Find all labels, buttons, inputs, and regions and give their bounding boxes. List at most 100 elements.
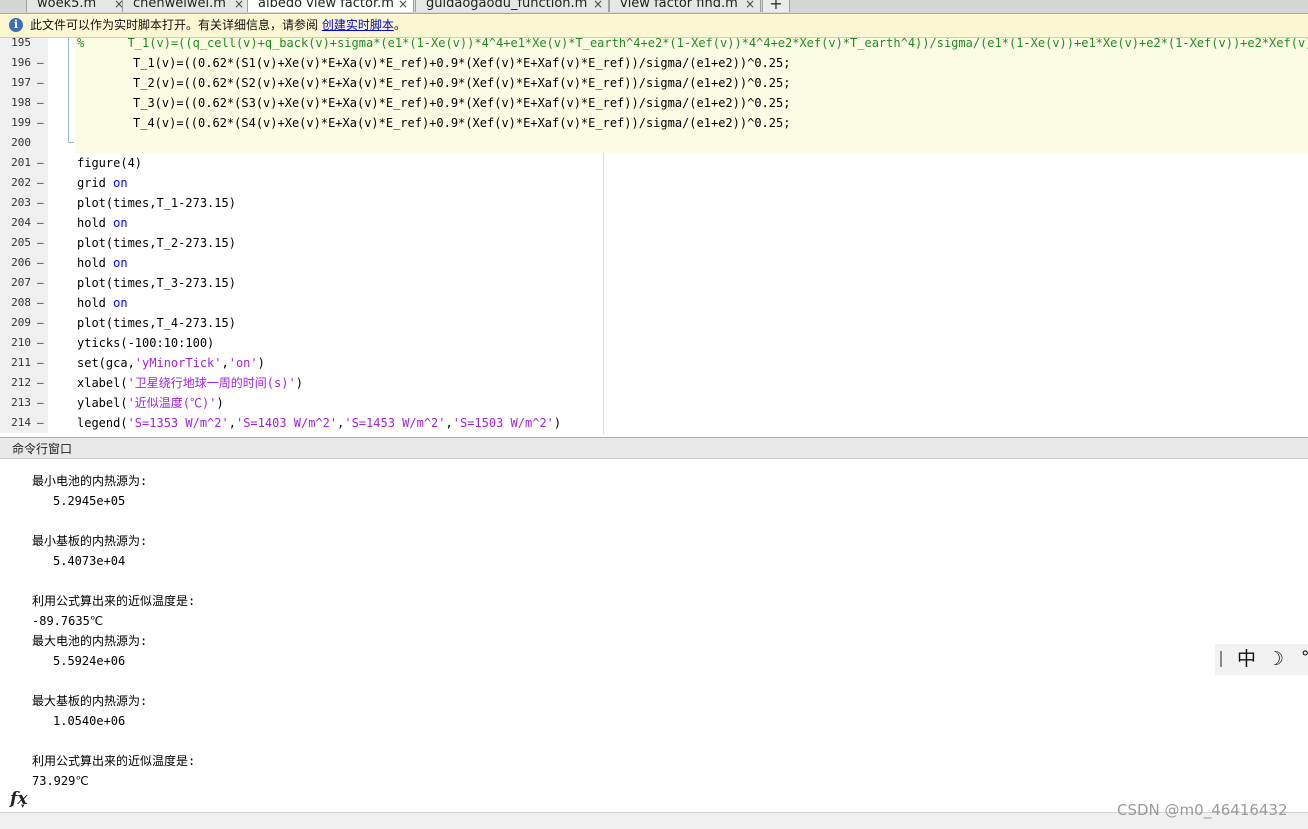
code-text: ylabel('近似温度(℃)') bbox=[77, 393, 224, 413]
gutter bbox=[31, 38, 48, 53]
code-line: 213 – ylabel('近似温度(℃)') bbox=[0, 393, 1308, 413]
breakpoint-marker[interactable]: – bbox=[37, 93, 44, 113]
breakpoint-marker[interactable]: – bbox=[37, 393, 44, 413]
code-line: 195 % T_1(v)=((q_cell(v)+q_back(v)+sigma… bbox=[0, 38, 1308, 53]
tab-chenweiwei[interactable]: chenweiwei.m × bbox=[122, 0, 250, 12]
close-icon[interactable]: × bbox=[234, 0, 244, 13]
code-line: 209 – plot(times,T_4-273.15) bbox=[0, 313, 1308, 333]
output-line: 利用公式算出来的近似温度是: bbox=[32, 754, 196, 768]
ime-mode-toggle[interactable]: 中 bbox=[1237, 647, 1256, 672]
line-number: 195 bbox=[0, 38, 31, 53]
code-text: plot(times,T_4-273.15) bbox=[77, 316, 236, 330]
code-part: , bbox=[228, 416, 236, 430]
code-line: 202 – grid on bbox=[0, 173, 1308, 193]
output-value: 1.0540e+06 bbox=[53, 714, 126, 728]
code-line: 212 – xlabel('卫星绕行地球一周的时间(s)') bbox=[0, 373, 1308, 393]
code-text: legend('S=1353 W/m^2','S=1403 W/m^2','S=… bbox=[77, 413, 561, 433]
breakpoint-marker[interactable]: – bbox=[37, 293, 44, 313]
line-number: 196 bbox=[0, 53, 31, 73]
breakpoint-marker[interactable]: – bbox=[37, 273, 44, 293]
line-number: 203 bbox=[0, 193, 31, 213]
code-part: , bbox=[445, 416, 453, 430]
output-line: 最大电池的内热源为: bbox=[32, 634, 148, 648]
info-icon: i bbox=[9, 18, 23, 32]
line-number: 201 bbox=[0, 153, 31, 173]
tab-label: chenweiwei.m bbox=[133, 0, 226, 11]
code-part: ) bbox=[257, 356, 265, 370]
chevron-down-icon[interactable]: ▾ bbox=[21, 802, 25, 810]
line-number: 197 bbox=[0, 73, 31, 93]
code-editor[interactable]: 195 % T_1(v)=((q_cell(v)+q_back(v)+sigma… bbox=[0, 38, 1308, 434]
line-number: 202 bbox=[0, 173, 31, 193]
create-live-script-link[interactable]: 创建实时脚本 bbox=[322, 18, 394, 32]
moon-icon[interactable]: ☽ bbox=[1267, 647, 1284, 672]
breakpoint-marker[interactable]: – bbox=[37, 193, 44, 213]
line-number: 199 bbox=[0, 113, 31, 133]
drag-handle-icon[interactable] bbox=[1220, 651, 1222, 667]
tab-woek5[interactable]: woek5.m × bbox=[26, 0, 130, 12]
string-literal: 'yMinorTick' bbox=[134, 356, 222, 370]
status-bar bbox=[0, 812, 1308, 829]
code-line: 204 – hold on bbox=[0, 213, 1308, 233]
breakpoint-marker[interactable]: – bbox=[37, 353, 44, 373]
ime-toolbar: 中 ☽ ° bbox=[1215, 644, 1308, 675]
code-text: plot(times,T_1-273.15) bbox=[77, 196, 236, 210]
code-line: 201 – figure(4) bbox=[0, 153, 1308, 173]
close-icon[interactable]: × bbox=[745, 0, 755, 13]
breakpoint-marker[interactable]: – bbox=[37, 213, 44, 233]
string-literal: 'S=1403 W/m^2' bbox=[235, 416, 338, 430]
punctuation-toggle[interactable]: ° bbox=[1301, 646, 1308, 671]
breakpoint-marker[interactable]: – bbox=[37, 333, 44, 353]
code-line: 206 – hold on bbox=[0, 253, 1308, 273]
code-line: 196 – T_1(v)=((0.62*(S1(v)+Xe(v)*E+Xa(v)… bbox=[0, 53, 1308, 73]
code-text: plot(times,T_3-273.15) bbox=[77, 276, 236, 290]
breakpoint-marker[interactable]: – bbox=[37, 373, 44, 393]
output-line: 73.929℃ bbox=[32, 774, 89, 788]
command-window[interactable]: 最小电池的内热源为: 5.2945e+05 最小基板的内热源为: 5.4073e… bbox=[0, 460, 1308, 812]
line-number: 205 bbox=[0, 233, 31, 253]
gutter bbox=[31, 133, 48, 153]
code-part: hold bbox=[77, 296, 114, 310]
output-line: -89.7635℃ bbox=[32, 614, 104, 628]
breakpoint-marker[interactable]: – bbox=[37, 233, 44, 253]
keyword: on bbox=[113, 256, 128, 270]
breakpoint-marker[interactable]: – bbox=[37, 313, 44, 333]
code-line: 203 – plot(times,T_1-273.15) bbox=[0, 193, 1308, 213]
code-text: T_3(v)=((0.62*(S3(v)+Xe(v)*E+Xa(v)*E_ref… bbox=[133, 96, 791, 110]
breakpoint-marker[interactable]: – bbox=[37, 413, 44, 433]
new-tab-button[interactable]: + bbox=[762, 0, 790, 12]
output-line: 利用公式算出来的近似温度是: bbox=[32, 594, 196, 608]
code-part: xlabel( bbox=[77, 376, 128, 390]
code-part: set(gca, bbox=[77, 356, 135, 370]
editor-tab-bar: woek5.m × chenweiwei.m × albedo view fac… bbox=[0, 0, 1308, 14]
output-value: 5.5924e+06 bbox=[53, 654, 126, 668]
code-text: hold on bbox=[77, 213, 128, 233]
close-icon[interactable]: × bbox=[398, 0, 408, 13]
output-line: 最小基板的内热源为: bbox=[32, 534, 148, 548]
keyword: on bbox=[113, 296, 128, 310]
string-literal: '近似温度(℃)' bbox=[127, 396, 217, 410]
output-line: 最大基板的内热源为: bbox=[32, 694, 148, 708]
breakpoint-marker[interactable]: – bbox=[37, 153, 44, 173]
keyword: on bbox=[113, 176, 128, 190]
string-literal: 'on' bbox=[228, 356, 258, 370]
code-line: 198 – T_3(v)=((0.62*(S3(v)+Xe(v)*E+Xa(v)… bbox=[0, 93, 1308, 113]
code-text: xlabel('卫星绕行地球一周的时间(s)') bbox=[77, 373, 303, 393]
breakpoint-marker[interactable]: – bbox=[37, 53, 44, 73]
breakpoint-marker[interactable]: – bbox=[37, 253, 44, 273]
string-literal: 'S=1453 W/m^2' bbox=[344, 416, 446, 430]
code-line: 210 – yticks(-100:10:100) bbox=[0, 333, 1308, 353]
comment-text: % T_1(v)=((q_cell(v)+q_back(v)+sigma*(e1… bbox=[77, 38, 1308, 50]
command-window-title[interactable]: 命令行窗口 bbox=[0, 437, 1308, 459]
tab-guidaogaodu-function[interactable]: guidaogaodu_function.m × bbox=[415, 0, 609, 12]
code-text: T_1(v)=((0.62*(S1(v)+Xe(v)*E+Xa(v)*E_ref… bbox=[133, 56, 791, 70]
tab-view-factor-find[interactable]: view factor find.m × bbox=[609, 0, 761, 12]
breakpoint-marker[interactable]: – bbox=[37, 113, 44, 133]
code-text: hold on bbox=[77, 253, 128, 273]
close-icon[interactable]: × bbox=[593, 0, 603, 13]
breakpoint-marker[interactable]: – bbox=[37, 73, 44, 93]
tab-albedo-view-factor[interactable]: albedo view factor.m × bbox=[247, 0, 414, 12]
watermark: CSDN @m0_46416432 bbox=[1117, 801, 1288, 819]
info-message: 此文件可以作为实时脚本打开。有关详细信息，请参阅 创建实时脚本。 bbox=[30, 14, 406, 37]
breakpoint-marker[interactable]: – bbox=[37, 173, 44, 193]
